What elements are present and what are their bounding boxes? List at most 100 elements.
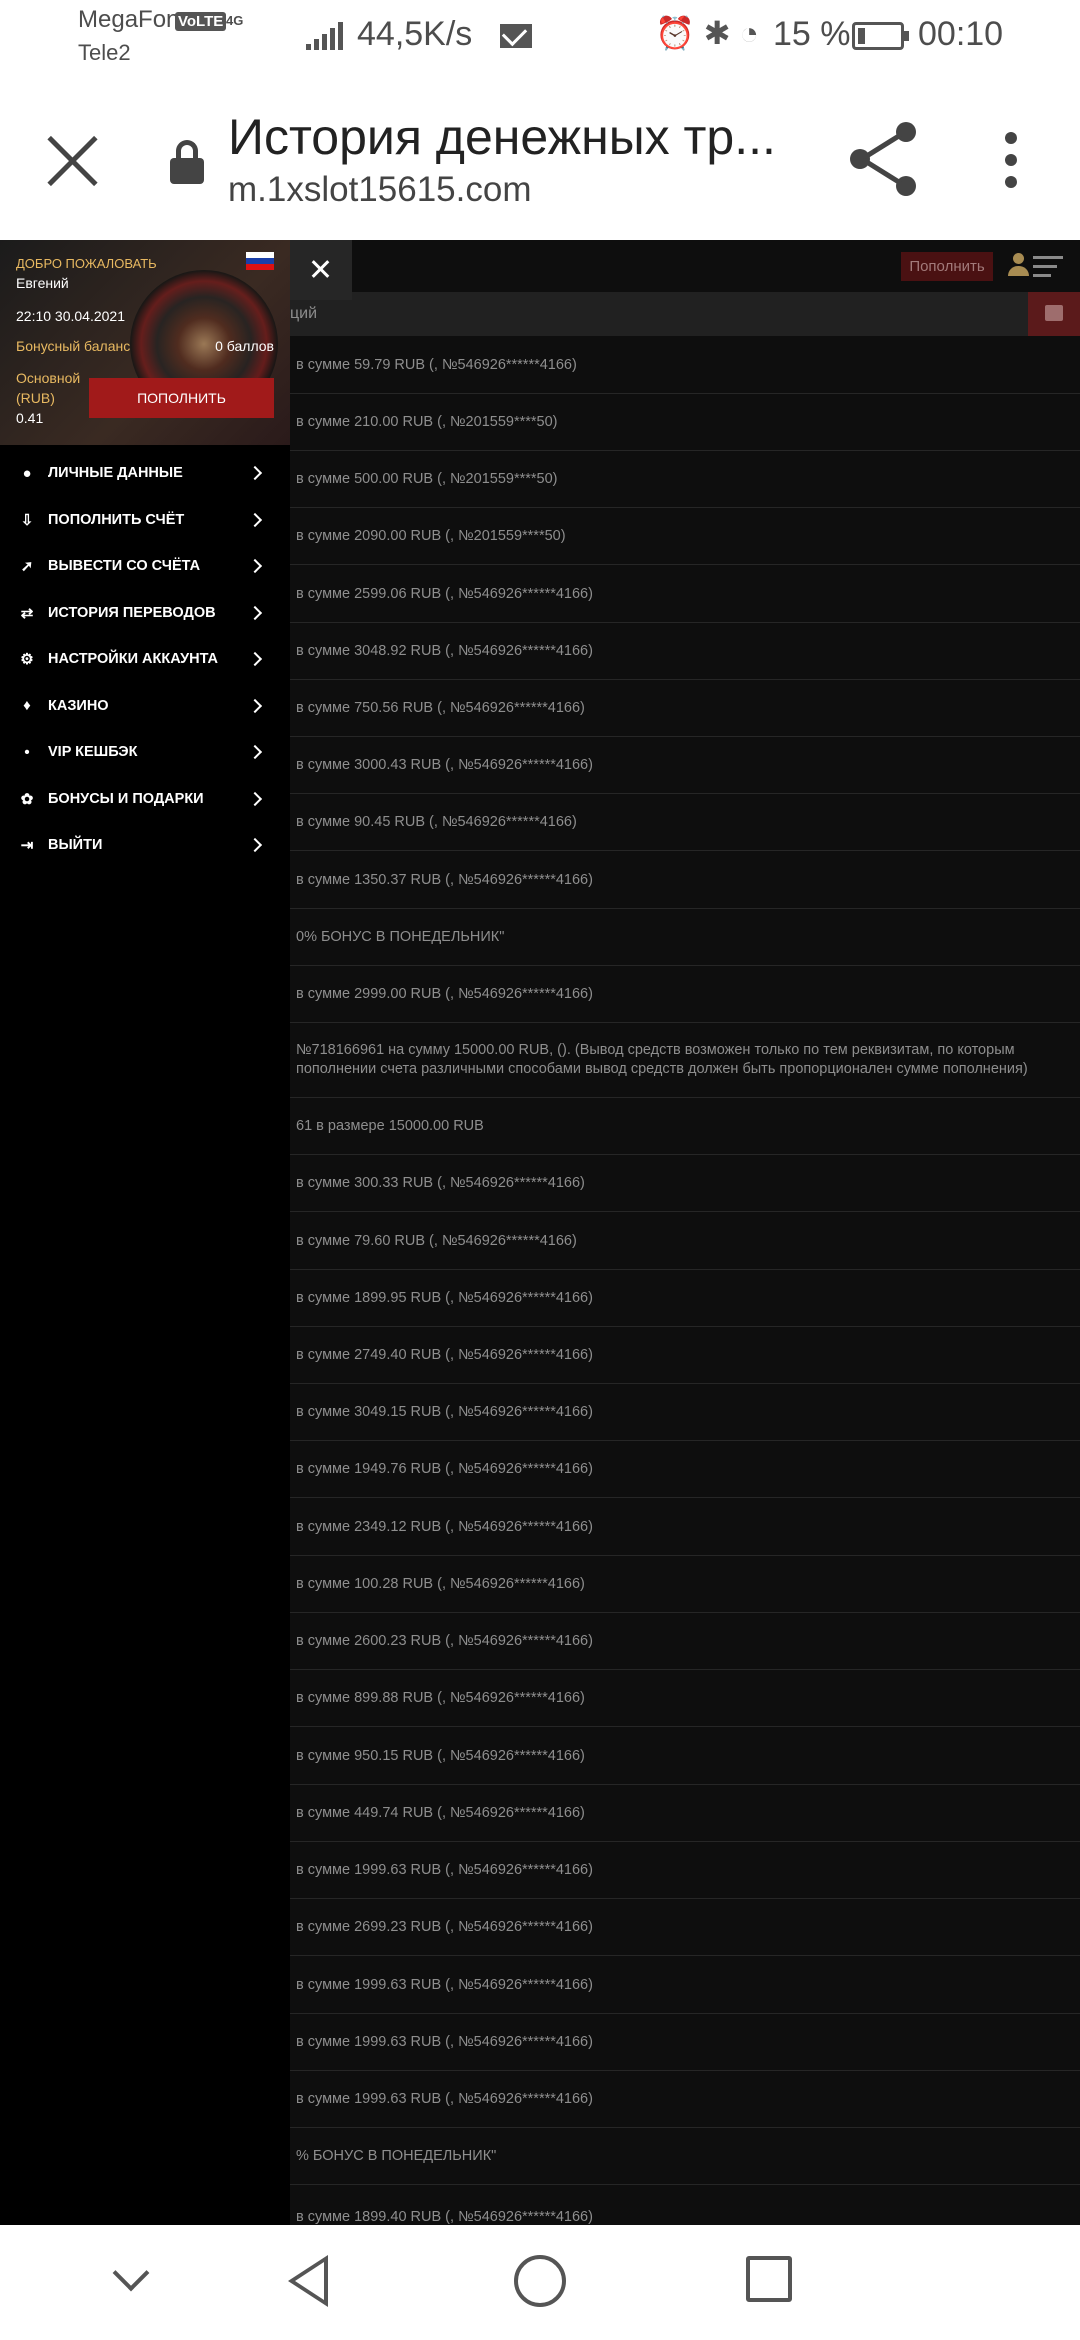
transaction-row: в сумме 3000.43 RUB (, №546926******4166… (290, 737, 1080, 794)
transaction-row: в сумме 2999.00 RUB (, №546926******4166… (290, 966, 1080, 1023)
page-title: История денежных тр... (228, 109, 776, 165)
transaction-row: в сумме 2749.40 RUB (, №546926******4166… (290, 1327, 1080, 1384)
drawer-item[interactable]: ● ЛИЧНЫЕ ДАННЫЕ (0, 450, 290, 496)
transaction-row: в сумме 950.15 RUB (, №546926******4166) (290, 1727, 1080, 1785)
drawer-item[interactable]: ⚙ НАСТРОЙКИ АККАУНТА (0, 636, 290, 682)
site-header: Пополнить (290, 240, 1080, 292)
more-menu-icon[interactable] (1005, 132, 1021, 198)
user-name: Евгений (16, 275, 69, 291)
transaction-row: в сумме 899.88 RUB (, №546926******4166) (290, 1670, 1080, 1727)
system-nav-bar (0, 2225, 1080, 2340)
drawer-item-label: VIP КЕШБЭК (48, 744, 138, 760)
gear-icon: ⚙ (20, 651, 34, 668)
recent-apps-icon[interactable] (746, 2256, 792, 2302)
close-tab-icon[interactable] (42, 132, 102, 192)
section-header: ций (290, 292, 1080, 336)
transaction-row: в сумме 1949.76 RUB (, №546926******4166… (290, 1441, 1080, 1498)
withdraw-icon: ➚ (20, 558, 34, 575)
transaction-row: в сумме 2349.12 RUB (, №546926******4166… (290, 1498, 1080, 1556)
page-url[interactable]: m.1xslot15615.com (228, 170, 531, 210)
drawer-item-label: ВЫВЕСТИ СО СЧЁТА (48, 558, 201, 574)
main-balance-value: 0.41 (16, 410, 44, 426)
casino-icon: ♦ (23, 697, 31, 714)
dot-icon: • (24, 743, 30, 761)
transaction-row: в сумме 90.45 RUB (, №546926******4166) (290, 794, 1080, 851)
back-icon[interactable] (288, 2255, 328, 2307)
transaction-row: в сумме 1999.63 RUB (, №546926******4166… (290, 1956, 1080, 2014)
profile-card: ДОБРО ПОЖАЛОВАТЬ Евгений 22:10 30.04.202… (0, 240, 290, 445)
hide-nav-icon[interactable] (112, 2254, 150, 2292)
operator-1: MegaFon (78, 6, 180, 33)
drawer-item-label: ЛИЧНЫЕ ДАННЫЕ (48, 465, 183, 481)
alarm-bluetooth-icons: ⏰ ✱ ◔ (655, 15, 759, 51)
mail-icon (500, 24, 532, 48)
drawer-item-label: ИСТОРИЯ ПЕРЕВОДОВ (48, 604, 216, 621)
chevron-right-icon (247, 558, 263, 574)
transaction-row: в сумме 3049.15 RUB (, №546926******4166… (290, 1384, 1080, 1441)
drawer-item[interactable]: ✿ БОНУСЫ И ПОДАРКИ (0, 776, 290, 822)
browser-toolbar: История денежных тр... m.1xslot15615.com (0, 70, 1080, 240)
side-drawer: ДОБРО ПОЖАЛОВАТЬ Евгений 22:10 30.04.202… (0, 240, 290, 2225)
network-speed: 44,5K/s (357, 15, 473, 53)
drawer-item[interactable]: ⇄ ИСТОРИЯ ПЕРЕВОДОВ (0, 590, 290, 636)
logout-icon: ⇥ (20, 837, 34, 854)
home-icon[interactable] (514, 2255, 566, 2307)
transaction-row: в сумме 3048.92 RUB (, №546926******4166… (290, 623, 1080, 680)
main-balance-label: Основной (RUB) (16, 370, 81, 406)
header-topup-button[interactable]: Пополнить (901, 252, 993, 281)
share-icon[interactable] (850, 122, 916, 196)
drawer-item-label: ПОПОЛНИТЬ СЧЁТ (48, 511, 185, 528)
battery-icon (852, 22, 909, 50)
drawer-item-label: ВЫЙТИ (48, 837, 103, 853)
battery-percent: 15 % (773, 15, 851, 53)
transaction-row: в сумме 1999.63 RUB (, №546926******4166… (290, 1842, 1080, 1899)
hamburger-icon[interactable] (1033, 256, 1063, 283)
transaction-row: в сумме 2090.00 RUB (, №201559****50) (290, 508, 1080, 565)
transaction-row: в сумме 300.33 RUB (, №546926******4166) (290, 1155, 1080, 1212)
transaction-row: в сумме 1999.63 RUB (, №546926******4166… (290, 2014, 1080, 2071)
drawer-item[interactable]: ➚ ВЫВЕСТИ СО СЧЁТА (0, 543, 290, 589)
chevron-right-icon (247, 465, 263, 481)
gift-icon: ✿ (20, 790, 34, 808)
transaction-row: в сумме 1899.95 RUB (, №546926******4166… (290, 1270, 1080, 1327)
transaction-row: в сумме 750.56 RUB (, №546926******4166) (290, 680, 1080, 737)
bonus-balance-label: Бонусный баланс (16, 338, 131, 354)
archive-icon[interactable] (1028, 292, 1080, 336)
chevron-right-icon (247, 698, 263, 713)
drawer-item-label: БОНУСЫ И ПОДАРКИ (48, 790, 204, 807)
transaction-row: 61 в размере 15000.00 RUB (290, 1098, 1080, 1155)
status-bar: MegaFon VoLTE Tele2 4G 44,5K/s ⏰ ✱ ◔ 15 … (0, 0, 1080, 70)
close-drawer-button[interactable] (290, 240, 352, 300)
transaction-row: в сумме 449.74 RUB (, №546926******4166) (290, 1785, 1080, 1842)
chevron-right-icon (247, 744, 263, 760)
drawer-item[interactable]: ♦ КАЗИНО (0, 683, 290, 729)
transaction-row: в сумме 100.28 RUB (, №546926******4166) (290, 1556, 1080, 1613)
transaction-row: в сумме 210.00 RUB (, №201559****50) (290, 394, 1080, 451)
topup-button[interactable]: ПОПОЛНИТЬ (89, 378, 274, 418)
chevron-right-icon (247, 605, 263, 620)
transaction-row: 0% БОНУС В ПОНЕДЕЛЬНИК" (290, 909, 1080, 966)
transaction-row: в сумме 59.79 RUB (, №546926******4166) (290, 336, 1080, 394)
chevron-right-icon (247, 791, 263, 806)
language-flag-icon[interactable] (246, 252, 274, 270)
transaction-row: в сумме 1999.63 RUB (, №546926******4166… (290, 2071, 1080, 2128)
lock-icon[interactable] (170, 140, 204, 184)
drawer-item-label: КАЗИНО (48, 697, 109, 714)
transaction-row: в сумме 2600.23 RUB (, №546926******4166… (290, 1613, 1080, 1670)
transaction-row: в сумме 79.60 RUB (, №546926******4166) (290, 1212, 1080, 1270)
chevron-right-icon (247, 512, 263, 527)
drawer-item[interactable]: ⇥ ВЫЙТИ (0, 822, 290, 868)
transaction-row: % БОНУС В ПОНЕДЕЛЬНИК" (290, 2128, 1080, 2185)
datetime: 22:10 30.04.2021 (16, 308, 125, 324)
drawer-item[interactable]: • VIP КЕШБЭК (0, 729, 290, 775)
welcome-label: ДОБРО ПОЖАЛОВАТЬ (16, 256, 157, 271)
transaction-row: в сумме 2699.23 RUB (, №546926******4166… (290, 1899, 1080, 1956)
user-icon: ● (22, 464, 32, 482)
drawer-item[interactable]: ⇩ ПОПОЛНИТЬ СЧЁТ (0, 497, 290, 543)
operator-2: Tele2 (78, 40, 131, 65)
volte-badge: VoLTE (175, 12, 227, 31)
chevron-right-icon (247, 651, 263, 667)
transfer-icon: ⇄ (20, 604, 34, 622)
bonus-balance-value: 0 баллов (215, 338, 274, 354)
user-icon[interactable] (1008, 253, 1029, 279)
